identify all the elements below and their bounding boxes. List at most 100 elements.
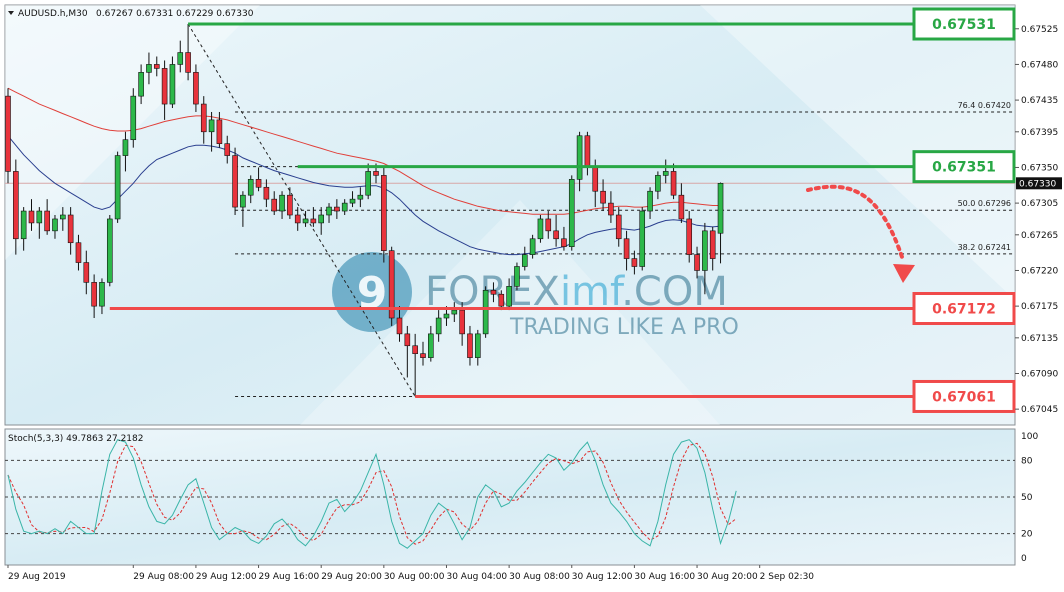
candle-bear [334, 206, 340, 212]
y-tick-label: 0.67395 [1021, 128, 1058, 138]
y-tick-label: 0.67045 [1021, 405, 1058, 415]
candle-bear [420, 353, 426, 358]
candle-bear [592, 167, 599, 192]
candle-bull [506, 286, 512, 307]
candle-bear [709, 230, 716, 259]
candle-bear [608, 202, 614, 216]
candle-bull [357, 194, 364, 200]
candle-bull [341, 202, 348, 212]
y-tick-label: 0.67220 [1021, 266, 1058, 276]
candle-bull [318, 214, 325, 224]
candle-bull [537, 218, 544, 240]
candle-bear [13, 171, 19, 240]
candle-bull [114, 155, 121, 220]
candle-bear [467, 333, 473, 358]
candle-bull [279, 194, 285, 212]
candle-bull [169, 64, 176, 105]
candle-bull [106, 218, 113, 283]
x-tick-label: 30 Aug 00:00 [384, 572, 445, 582]
candle-bear [490, 289, 497, 295]
stoch-level-label: 50 [1021, 493, 1033, 503]
candle-bear [694, 254, 700, 271]
candle-bull [529, 238, 536, 255]
level-label: 0.67172 [932, 302, 996, 318]
current-price-label: 0.67330 [1019, 179, 1056, 189]
candle-bear [91, 282, 97, 307]
level-label: 0.67061 [932, 389, 996, 405]
fib-level-label: 76.4 0.67420 [958, 101, 1011, 110]
candle-bull [443, 313, 450, 319]
candle-bull [36, 210, 43, 224]
candle-bear [545, 218, 552, 232]
candle-bear [44, 210, 50, 232]
fib-level-label: 50.0 0.67296 [958, 199, 1011, 208]
chart-window: 9 FOREXimf.COM TRADING LIKE A PRO 76.4 0… [0, 0, 1064, 588]
stoch-level-label: 20 [1021, 530, 1033, 540]
chart-svg: 9 FOREXimf.COM TRADING LIKE A PRO 76.4 0… [0, 0, 1064, 588]
y-tick-label: 0.67265 [1021, 231, 1058, 241]
candle-bear [686, 218, 693, 255]
stoch-level-label: 80 [1021, 456, 1033, 466]
y-tick-label: 0.67135 [1021, 334, 1058, 344]
candle-bull [60, 214, 66, 220]
candle-bear [373, 171, 379, 176]
candle-bear [255, 179, 262, 188]
candle-bull [428, 333, 434, 358]
candle-bull [576, 135, 583, 180]
symbol-label: AUDUSD.h,M30 [18, 9, 88, 19]
x-tick-label: 29 Aug 12:00 [196, 572, 257, 582]
candle-bull [451, 309, 458, 315]
x-tick-label: 30 Aug 16:00 [634, 572, 695, 582]
candle-bear [216, 119, 223, 144]
candle-bull [146, 64, 152, 73]
candle-bull [435, 317, 442, 335]
x-tick-label: 30 Aug 20:00 [697, 572, 758, 582]
candle-bull [138, 72, 144, 97]
level-label: 0.67531 [932, 17, 996, 33]
candle-bear [412, 345, 418, 354]
candle-bear [153, 64, 160, 69]
candle-bear [28, 210, 35, 224]
ohlc-label: 0.67267 0.67331 0.67229 0.67330 [96, 9, 254, 19]
candle-bear [631, 258, 638, 267]
candle-bull [99, 282, 105, 307]
candle-bull [521, 254, 528, 267]
candle-bear [623, 238, 630, 259]
candle-bull [647, 190, 653, 212]
level-label: 0.67351 [932, 160, 996, 176]
candle-bull [514, 266, 520, 287]
candle-bear [404, 333, 411, 347]
candle-bear [75, 242, 82, 263]
candle-bear [310, 218, 317, 224]
y-tick-label: 0.67175 [1021, 302, 1058, 312]
y-tick-label: 0.67090 [1021, 369, 1058, 379]
stoch-level-label: 0 [1021, 554, 1027, 564]
candle-bull [52, 218, 58, 232]
candle-bull [208, 119, 215, 133]
y-tick-label: 0.67435 [1021, 96, 1058, 106]
stoch-level-label: 100 [1021, 432, 1038, 442]
candle-bull [639, 210, 646, 267]
fib-level-label: 38.2 0.67241 [958, 243, 1011, 252]
x-tick-label: 29 Aug 20:00 [321, 572, 382, 582]
candle-bear [615, 214, 622, 240]
candle-bull [122, 139, 129, 156]
x-tick-label: 30 Aug 08:00 [509, 572, 570, 582]
candle-bear [83, 262, 90, 283]
candle-bear [161, 68, 168, 105]
candle-bear [193, 72, 199, 105]
candle-bear [271, 198, 278, 212]
candle-bull [482, 289, 489, 335]
y-tick-label: 0.67350 [1021, 163, 1058, 173]
candle-bear [5, 95, 11, 172]
candle-bull [177, 52, 184, 65]
candle-bear [600, 190, 606, 204]
x-tick-label: 30 Aug 04:00 [446, 572, 507, 582]
candle-bull [655, 175, 661, 192]
watermark-tagline: TRADING LIKE A PRO [509, 315, 739, 340]
x-tick-label: 29 Aug 08:00 [133, 572, 194, 582]
stoch-label: Stoch(5,3,3) 49.7863 27.2182 [8, 434, 143, 444]
x-tick-label: 29 Aug 2019 [8, 572, 66, 582]
candle-bull [717, 183, 724, 234]
candle-bull [702, 230, 708, 271]
